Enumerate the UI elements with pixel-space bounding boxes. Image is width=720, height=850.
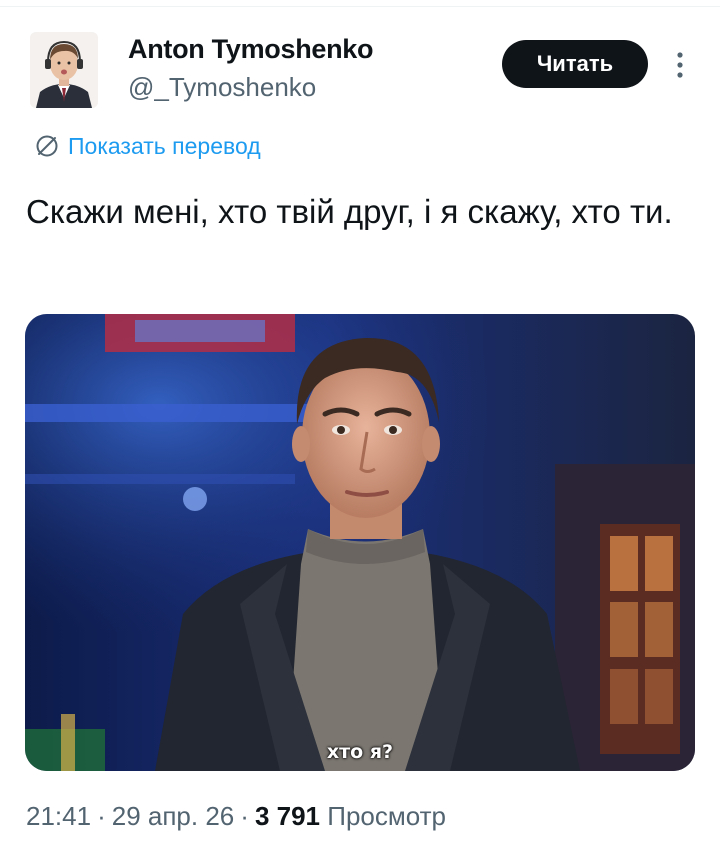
tweet-text: Скажи мені, хто твій друг, і я скажу, хт…	[26, 193, 673, 230]
show-translation-label: Показать перевод	[68, 132, 261, 159]
tweet-detail-page: Anton Tymoshenko @_Tymoshenko Читать Пок…	[0, 0, 720, 850]
avatar-image	[30, 32, 98, 108]
views-count[interactable]: 3 791	[255, 801, 320, 831]
meta-separator: ·	[97, 801, 106, 831]
media-photo	[25, 314, 695, 771]
tweet-time[interactable]: 21:41	[26, 801, 91, 831]
follow-button[interactable]: Читать	[502, 40, 648, 88]
meta-separator: ·	[240, 801, 249, 831]
avatar[interactable]	[30, 32, 98, 108]
show-translation-link[interactable]: Показать перевод	[34, 131, 261, 161]
author-name[interactable]: Anton Tymoshenko	[128, 34, 374, 65]
tweet-date[interactable]: 29 апр. 26	[112, 801, 235, 831]
author-handle[interactable]: @_Tymoshenko	[128, 72, 316, 103]
tweet-meta: 21:41 · 29 апр. 26 · 3 791 Просмотр	[26, 801, 446, 832]
tweet-media-image[interactable]: хто я?	[25, 314, 695, 771]
translate-globe-icon	[36, 135, 58, 157]
views-label[interactable]: Просмотр	[327, 801, 446, 831]
top-divider	[0, 6, 720, 7]
more-vertical-icon[interactable]	[670, 50, 690, 80]
